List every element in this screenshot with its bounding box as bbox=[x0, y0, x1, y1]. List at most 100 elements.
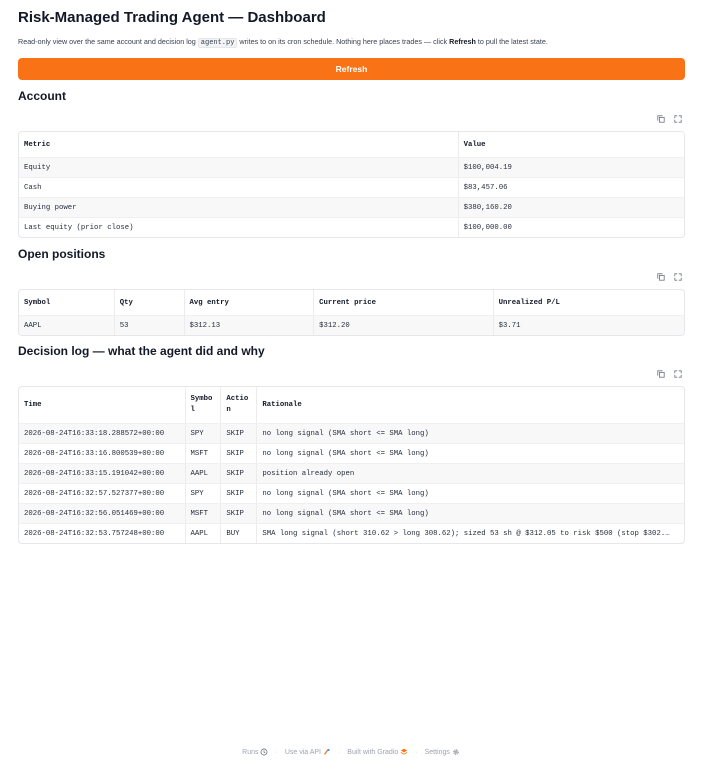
column-header[interactable]: Symbo l bbox=[184, 387, 221, 423]
desc-text-pre: Read-only view over the same account and… bbox=[18, 37, 198, 46]
fullscreen-icon[interactable] bbox=[674, 273, 682, 281]
table-cell[interactable]: Buying power bbox=[19, 198, 458, 217]
table-cell[interactable]: MSFT bbox=[184, 504, 221, 523]
table-cell[interactable]: SKIP bbox=[220, 464, 256, 483]
settings-icon bbox=[452, 749, 460, 756]
refresh-button[interactable]: Refresh bbox=[18, 58, 685, 80]
log-table-tools bbox=[657, 370, 682, 378]
column-header[interactable]: Current price bbox=[313, 290, 492, 315]
desc-bold: Refresh bbox=[449, 37, 476, 46]
footer-built-label: Built with Gradio bbox=[347, 748, 399, 756]
gradio-logo-icon bbox=[400, 748, 408, 756]
table-row: 2026-08-24T16:33:15.191042+00:00 AAPL SK… bbox=[19, 463, 684, 483]
footer-api-link[interactable]: Use via API bbox=[285, 748, 331, 756]
table-cell[interactable]: $3.71 bbox=[492, 316, 684, 335]
column-header[interactable]: Qty bbox=[113, 290, 184, 315]
positions-table: Symbol Qty Avg entry Current price Unrea… bbox=[18, 289, 685, 336]
table-cell[interactable]: 2026-08-24T16:33:18.288572+00:00 bbox=[19, 424, 185, 443]
table-row: Cash $83,457.06 bbox=[19, 177, 684, 197]
positions-heading: Open positions bbox=[18, 247, 106, 261]
table-row: Equity $100,004.19 bbox=[19, 157, 684, 177]
table-cell[interactable]: 2026-08-24T16:32:53.757248+00:00 bbox=[19, 524, 185, 543]
table-header-row: Symbol Qty Avg entry Current price Unrea… bbox=[19, 290, 684, 315]
log-heading: Decision log — what the agent did and wh… bbox=[18, 344, 265, 358]
decision-log-table: Time Symbo l Actio n Rationale 2026-08-2… bbox=[18, 386, 685, 544]
desc-text-post: to pull the latest state. bbox=[475, 37, 548, 46]
table-cell[interactable]: MSFT bbox=[184, 444, 221, 463]
api-icon bbox=[323, 748, 331, 756]
column-header[interactable]: Time bbox=[19, 387, 185, 423]
table-cell[interactable]: 53 bbox=[113, 316, 184, 335]
desc-code: agent.py bbox=[197, 38, 238, 48]
table-cell[interactable]: AAPL bbox=[184, 524, 221, 543]
column-header[interactable]: Rationale bbox=[256, 387, 684, 423]
footer: Runs · Use via API · Built with Gradio ·… bbox=[0, 748, 702, 756]
table-cell[interactable]: $83,457.06 bbox=[457, 178, 684, 197]
table-cell[interactable]: no long signal (SMA short <= SMA long) bbox=[256, 484, 684, 503]
table-row: Last equity (prior close) $100,000.00 bbox=[19, 217, 684, 237]
table-cell[interactable]: $380,160.20 bbox=[457, 198, 684, 217]
column-header[interactable]: Symbol bbox=[19, 290, 114, 315]
copy-icon[interactable] bbox=[657, 370, 665, 378]
column-header[interactable]: Value bbox=[457, 132, 684, 157]
table-cell[interactable]: SMA long signal (short 310.62 > long 308… bbox=[256, 524, 684, 543]
footer-separator: · bbox=[415, 748, 418, 756]
table-row: 2026-08-24T16:33:18.288572+00:00 SPY SKI… bbox=[19, 423, 684, 443]
table-cell[interactable]: SPY bbox=[184, 484, 221, 503]
table-header-row: Metric Value bbox=[19, 132, 684, 157]
footer-separator: · bbox=[275, 748, 278, 756]
table-cell[interactable]: 2026-08-24T16:32:56.051469+00:00 bbox=[19, 504, 185, 523]
footer-api-label: Use via API bbox=[284, 748, 321, 756]
footer-runs-link[interactable]: Runs bbox=[242, 748, 268, 756]
table-cell[interactable]: Last equity (prior close) bbox=[19, 218, 458, 237]
table-row: Buying power $380,160.20 bbox=[19, 197, 684, 217]
footer-settings-link[interactable]: Settings bbox=[425, 748, 460, 756]
table-cell[interactable]: BUY bbox=[220, 524, 256, 543]
column-header[interactable]: Avg entry bbox=[183, 290, 314, 315]
table-cell[interactable]: 2026-08-24T16:33:15.191042+00:00 bbox=[19, 464, 185, 483]
copy-icon[interactable] bbox=[657, 273, 665, 281]
table-cell[interactable]: 2026-08-24T16:33:16.800539+00:00 bbox=[19, 444, 185, 463]
table-cell[interactable]: 2026-08-24T16:32:57.527377+00:00 bbox=[19, 484, 185, 503]
table-cell[interactable]: SKIP bbox=[220, 424, 256, 443]
footer-built-link[interactable]: Built with Gradio bbox=[347, 748, 408, 756]
table-cell[interactable]: Equity bbox=[19, 158, 458, 177]
table-cell[interactable]: no long signal (SMA short <= SMA long) bbox=[256, 504, 684, 523]
table-cell[interactable]: $100,004.19 bbox=[457, 158, 684, 177]
table-cell[interactable]: SPY bbox=[184, 424, 221, 443]
account-table-tools bbox=[657, 115, 682, 123]
table-cell[interactable]: $312.20 bbox=[313, 316, 492, 335]
positions-table-tools bbox=[657, 273, 682, 281]
table-row: 2026-08-24T16:32:57.527377+00:00 SPY SKI… bbox=[19, 483, 684, 503]
desc-text-mid: writes to on its cron schedule. Nothing … bbox=[237, 37, 450, 46]
column-header[interactable]: Unrealized P/L bbox=[492, 290, 684, 315]
runs-icon bbox=[260, 748, 268, 756]
column-header[interactable]: Actio n bbox=[220, 387, 256, 423]
table-cell[interactable]: $100,000.00 bbox=[457, 218, 684, 237]
table-cell[interactable]: no long signal (SMA short <= SMA long) bbox=[256, 444, 684, 463]
page-title: Risk-Managed Trading Agent — Dashboard bbox=[18, 9, 326, 26]
table-cell[interactable]: AAPL bbox=[19, 316, 114, 335]
table-cell[interactable]: SKIP bbox=[220, 484, 256, 503]
footer-settings-label: Settings bbox=[424, 748, 450, 756]
table-cell[interactable]: SKIP bbox=[220, 444, 256, 463]
table-row: 2026-08-24T16:32:53.757248+00:00 AAPL BU… bbox=[19, 523, 684, 543]
table-cell[interactable]: no long signal (SMA short <= SMA long) bbox=[256, 424, 684, 443]
account-heading: Account bbox=[18, 89, 66, 103]
table-cell[interactable]: SKIP bbox=[220, 504, 256, 523]
table-row: 2026-08-24T16:32:56.051469+00:00 MSFT SK… bbox=[19, 503, 684, 523]
column-header[interactable]: Metric bbox=[19, 132, 458, 157]
account-table: Metric Value Equity $100,004.19 Cash $83… bbox=[18, 131, 685, 238]
fullscreen-icon[interactable] bbox=[674, 370, 682, 378]
footer-separator: · bbox=[337, 748, 341, 756]
footer-runs-label: Runs bbox=[242, 748, 259, 756]
page-description: Read-only view over the same account and… bbox=[18, 37, 548, 48]
table-cell[interactable]: $312.13 bbox=[183, 316, 314, 335]
table-cell[interactable]: Cash bbox=[19, 178, 458, 197]
table-row: 2026-08-24T16:33:16.800539+00:00 MSFT SK… bbox=[19, 443, 684, 463]
table-cell[interactable]: position already open bbox=[256, 464, 684, 483]
copy-icon[interactable] bbox=[657, 115, 665, 123]
fullscreen-icon[interactable] bbox=[674, 115, 682, 123]
table-row: AAPL 53 $312.13 $312.20 $3.71 bbox=[19, 315, 684, 335]
table-cell[interactable]: AAPL bbox=[184, 464, 221, 483]
